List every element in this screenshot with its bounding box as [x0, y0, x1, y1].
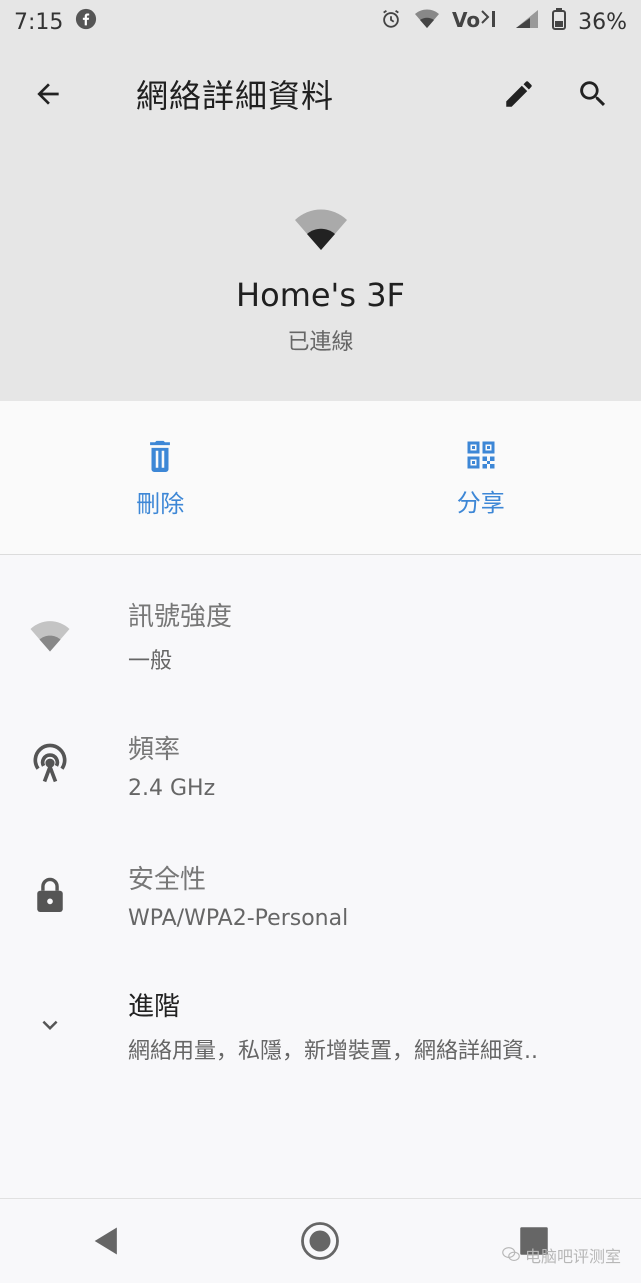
nav-bar — [0, 1198, 641, 1283]
wifi-signal-icon — [28, 613, 72, 657]
circle-home-icon — [299, 1220, 341, 1262]
nav-home-button[interactable] — [290, 1211, 350, 1271]
trash-icon — [143, 436, 177, 474]
status-bar: 7:15 Vo 36% — [0, 0, 641, 44]
page-title: 網絡詳細資料 — [136, 71, 489, 117]
volte-icon: Vo — [452, 7, 502, 37]
status-left: 7:15 — [14, 8, 97, 36]
security-value: WPA/WPA2-Personal — [128, 906, 348, 931]
app-bar: 網絡詳細資料 — [0, 44, 641, 144]
watermark-text: 电脑吧评测室 — [525, 1247, 621, 1266]
share-label: 分享 — [457, 483, 505, 518]
nav-back-button[interactable] — [77, 1211, 137, 1271]
back-button[interactable] — [18, 64, 78, 124]
battery-percent: 36% — [578, 10, 627, 35]
triangle-back-icon — [92, 1225, 122, 1257]
list-item-signal: 訊號強度 一般 — [0, 570, 641, 700]
battery-icon — [552, 8, 566, 36]
security-title: 安全性 — [128, 859, 348, 896]
chevron-down-icon — [28, 1003, 72, 1047]
frequency-value: 2.4 GHz — [128, 776, 215, 801]
frequency-text: 頻率 2.4 GHz — [128, 729, 215, 801]
wifi-icon — [293, 204, 349, 252]
security-text: 安全性 WPA/WPA2-Personal — [128, 859, 348, 931]
back-arrow-icon — [32, 78, 64, 110]
signal-title: 訊號強度 — [128, 596, 232, 633]
wechat-icon — [502, 1247, 525, 1266]
status-time: 7:15 — [14, 10, 63, 35]
qr-code-icon — [463, 437, 499, 473]
search-icon — [576, 77, 610, 111]
edit-pencil-icon — [502, 77, 536, 111]
action-bar: 刪除 分享 — [0, 401, 641, 555]
search-button[interactable] — [563, 64, 623, 124]
facebook-icon — [75, 8, 97, 36]
advanced-title: 進階 — [128, 986, 538, 1023]
list-item-frequency: 頻率 2.4 GHz — [0, 700, 641, 830]
signal-text: 訊號強度 一般 — [128, 596, 232, 675]
network-status: 已連線 — [287, 324, 353, 356]
alarm-icon — [380, 8, 402, 36]
signal-value: 一般 — [128, 643, 232, 675]
advanced-text: 進階 網絡用量，私隱，新增裝置，網絡詳細資.. — [128, 986, 538, 1065]
delete-label: 刪除 — [136, 484, 184, 519]
lock-icon — [28, 873, 72, 917]
watermark: 电脑吧评测室 — [502, 1243, 621, 1267]
antenna-icon — [28, 743, 72, 787]
list-item-security: 安全性 WPA/WPA2-Personal — [0, 830, 641, 960]
network-name: Home's 3F — [236, 276, 405, 314]
details-list: 訊號強度 一般 頻率 2.4 GHz 安全性 WPA/WPA2-Personal — [0, 570, 641, 1090]
list-item-advanced[interactable]: 進階 網絡用量，私隱，新增裝置，網絡詳細資.. — [0, 960, 641, 1090]
edit-button[interactable] — [489, 64, 549, 124]
frequency-title: 頻率 — [128, 729, 215, 766]
share-button[interactable]: 分享 — [321, 401, 641, 554]
svg-text:Vo: Vo — [452, 8, 480, 31]
network-hero: Home's 3F 已連線 — [0, 144, 641, 401]
delete-button[interactable]: 刪除 — [0, 401, 321, 554]
status-right: Vo 36% — [380, 7, 627, 37]
wifi-status-icon — [414, 8, 440, 36]
cell-signal-icon — [514, 8, 540, 36]
advanced-value: 網絡用量，私隱，新增裝置，網絡詳細資.. — [128, 1033, 538, 1065]
